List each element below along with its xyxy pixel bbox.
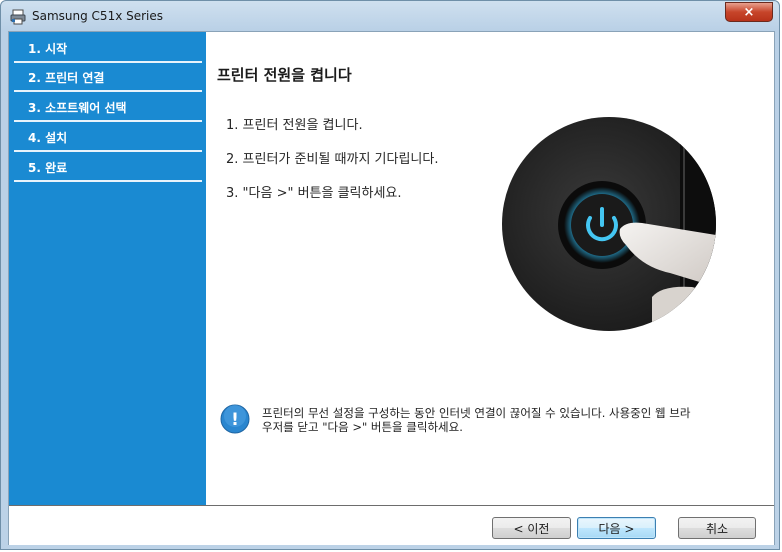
- info-message-line-1: 프린터의 무선 설정을 구성하는 동안 인터넷 연결이 끊어질 수 있습니다. …: [262, 406, 691, 420]
- svg-text:!: !: [231, 410, 239, 430]
- step-label: 5. 완료: [28, 161, 68, 175]
- step-label: 2. 프린터 연결: [28, 71, 105, 85]
- back-button[interactable]: < 이전: [492, 517, 571, 539]
- step-item-finish: 5. 완료: [14, 153, 202, 182]
- window-title: Samsung C51x Series: [32, 9, 164, 23]
- button-bar: < 이전 다음 > 취소: [9, 505, 774, 545]
- step-sidebar: 1. 시작 2. 프린터 연결 3. 소프트웨어 선택 4. 설치 5. 완료: [9, 32, 206, 505]
- page-title: 프린터 전원을 켭니다: [217, 66, 352, 84]
- step-label: 3. 소프트웨어 선택: [28, 101, 127, 115]
- info-message: 프린터의 무선 설정을 구성하는 동안 인터넷 연결이 끊어질 수 있습니다. …: [262, 406, 746, 434]
- close-button[interactable]: ×: [725, 2, 773, 22]
- step-item-software-selection: 3. 소프트웨어 선택: [14, 93, 202, 122]
- step-item-install: 4. 설치: [14, 123, 202, 152]
- step-item-printer-connection: 2. 프린터 연결: [14, 63, 202, 92]
- next-button[interactable]: 다음 >: [577, 517, 656, 539]
- step-item-start: 1. 시작: [14, 34, 202, 63]
- info-icon: !: [220, 404, 250, 434]
- installer-window: Samsung C51x Series × 1. 시작 2. 프린터 연결 3.…: [0, 0, 780, 550]
- power-button-illustration: [502, 117, 716, 331]
- printer-icon: [10, 9, 26, 25]
- main-content: 프린터 전원을 켭니다 1. 프린터 전원을 켭니다. 2. 프린터가 준비될 …: [206, 32, 774, 505]
- client-area: 1. 시작 2. 프린터 연결 3. 소프트웨어 선택 4. 설치 5. 완료 …: [8, 31, 775, 545]
- info-message-line-2: 우저를 닫고 "다음 >" 버튼을 클릭하세요.: [262, 420, 463, 434]
- step-label: 1. 시작: [28, 42, 68, 56]
- close-icon: ×: [743, 4, 755, 20]
- cancel-button[interactable]: 취소: [678, 517, 756, 539]
- instruction-step-1: 1. 프린터 전원을 켭니다.: [226, 118, 363, 133]
- title-bar[interactable]: Samsung C51x Series ×: [1, 1, 781, 32]
- instruction-step-2: 2. 프린터가 준비될 때까지 기다립니다.: [226, 152, 439, 167]
- step-label: 4. 설치: [28, 131, 68, 145]
- instruction-step-3: 3. "다음 >" 버튼을 클릭하세요.: [226, 186, 402, 201]
